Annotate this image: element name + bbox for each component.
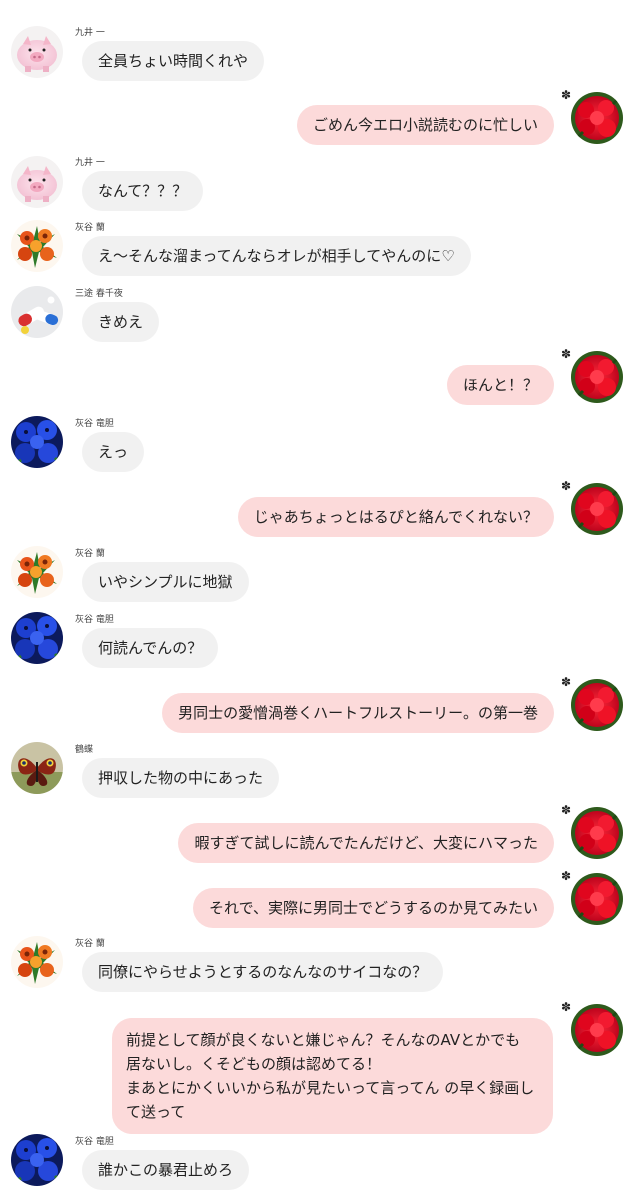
sender-name: 鶴蝶 [75,745,94,755]
avatar-rindo[interactable] [11,612,63,664]
avatar-kokonoi[interactable] [11,26,63,78]
red-flower-icon [571,807,623,859]
message-line: 居ないし。くそどもの顔は認めてる！ [126,1055,382,1073]
avatar-self[interactable] [571,679,623,731]
avatar-rindo[interactable] [11,416,63,468]
self-marker: ✽ [561,88,572,102]
message-line: て送って [126,1103,186,1121]
message-bubble: 押収した物の中にあった [82,758,280,798]
message-bubble: え〜そんな溜まってんならオレが相手してやんのに♡ [82,236,471,276]
avatar-self[interactable] [571,351,623,403]
avatar-self[interactable] [571,92,623,144]
sender-name: 灰谷 竜胆 [75,419,114,429]
self-marker: ✽ [561,675,572,689]
message-bubble-self: じゃあちょっとはるぴと絡んでくれない？ [237,497,554,537]
message-line: まあとにかくいいから私が見たいって言ってん の早く録画し [126,1079,535,1097]
pig-icon [11,156,63,208]
avatar-self[interactable] [571,483,623,535]
sender-name: 九井 一 [75,28,105,38]
message-bubble: きめえ [82,302,160,342]
sender-name: 灰谷 蘭 [75,939,105,949]
red-flower-icon [571,1004,623,1056]
self-marker: ✽ [561,1000,572,1014]
red-flower-icon [571,679,623,731]
message-bubble: 同僚にやらせようとするのなんなのサイコなの？ [82,952,444,992]
avatar-self[interactable] [571,873,623,925]
avatar-self[interactable] [571,807,623,859]
message-bubble-self: 暇すぎて試しに読んでたんだけど、大変にハマった [178,823,554,863]
message-bubble: 誰かこの暴君止めろ [82,1150,250,1190]
butterfly-icon [11,742,63,794]
message-line: 前提として顔が良くないと嫌じゃん？そんなのAVとかでも [126,1031,521,1049]
self-marker: ✽ [561,347,572,361]
message-bubble-self: 男同士の愛憎渦巻くハートフルストーリー。の第一巻 [162,693,554,733]
red-flower-icon [571,92,623,144]
avatar-self[interactable] [571,1004,623,1056]
avatar-ran[interactable] [11,936,63,988]
blue-flower-icon [11,416,63,468]
red-flower-icon [571,483,623,535]
red-flower-icon [571,873,623,925]
blue-flower-icon [11,1134,63,1186]
avatar-kakucho[interactable] [11,742,63,794]
avatar-ran[interactable] [11,220,63,272]
avatar-rindo[interactable] [11,1134,63,1186]
self-marker: ✽ [561,869,572,883]
orange-flower-icon [11,546,63,598]
message-bubble: えっ [82,432,145,472]
pills-icon [11,286,63,338]
sender-name: 灰谷 蘭 [75,549,105,559]
sender-name: 灰谷 蘭 [75,223,105,233]
red-flower-icon [571,351,623,403]
self-marker: ✽ [561,479,572,493]
sender-name: 灰谷 竜胆 [75,615,114,625]
avatar-sanzu[interactable] [11,286,63,338]
message-bubble-self: それで、実際に男同士でどうするのか見てみたい [193,888,554,928]
orange-flower-icon [11,936,63,988]
message-bubble-self: ほんと！？ [446,365,554,405]
sender-name: 九井 一 [75,158,105,168]
blue-flower-icon [11,612,63,664]
message-bubble: いやシンプルに地獄 [82,562,249,602]
orange-flower-icon [11,220,63,272]
message-bubble: 全員ちょい時間くれや [82,41,265,81]
pig-icon [11,26,63,78]
avatar-ran[interactable] [11,546,63,598]
message-bubble: なんて？？？ [82,171,204,211]
message-bubble-self: ごめん今エロ小説読むのに忙しい [296,105,554,145]
message-bubble-self: 前提として顔が良くないと嫌じゃん？そんなのAVとかでも 居ないし。くそどもの顔は… [112,1018,553,1134]
sender-name: 灰谷 竜胆 [75,1137,114,1147]
self-marker: ✽ [561,803,572,817]
sender-name: 三途 春千夜 [75,289,123,299]
message-bubble: 何読んでんの？ [82,628,219,668]
avatar-kokonoi[interactable] [11,156,63,208]
